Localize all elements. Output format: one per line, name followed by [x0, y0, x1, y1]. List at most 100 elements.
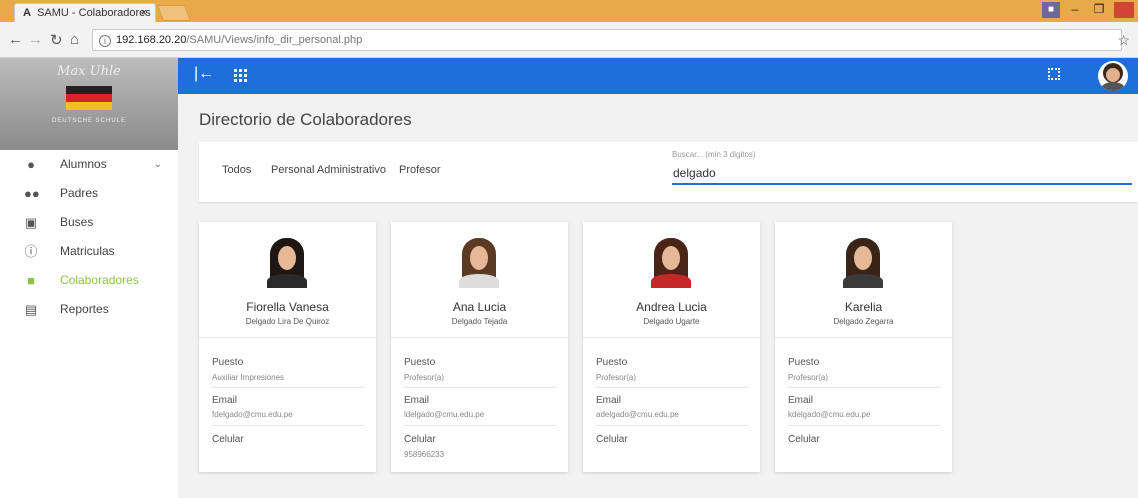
tab-profesor[interactable]: Profesor: [399, 164, 441, 176]
sidebar-item-colaboradores[interactable]: ■ Colaboradores: [0, 266, 178, 295]
puesto-label: Puesto: [404, 357, 436, 368]
clipboard-icon: ▤: [24, 302, 38, 317]
sidebar-item-reportes[interactable]: ▤ Reportes: [0, 295, 178, 324]
apps-grid-icon[interactable]: [234, 69, 247, 82]
collaborator-card: Fiorella Vanesa Delgado Lira De Quiroz P…: [199, 222, 376, 472]
sidebar-item-matriculas[interactable]: ⓘ Matriculas: [0, 237, 178, 266]
sidebar-item-label: Colaboradores: [60, 273, 139, 287]
site-favicon-icon: A: [23, 7, 31, 19]
sidebar-item-padres[interactable]: ●● Padres: [0, 179, 178, 208]
card-first-name: Karelia: [844, 300, 883, 314]
close-window-icon[interactable]: [1114, 2, 1134, 18]
person-icon: ●: [27, 157, 35, 172]
page-title: Directorio de Colaboradores: [199, 110, 412, 129]
search-box: Buscar... (min 3 digitos): [672, 150, 1132, 185]
sidebar-item-label: Reportes: [60, 302, 109, 316]
minimize-icon[interactable]: –: [1066, 2, 1084, 18]
logo-text: Max Uhle: [57, 64, 121, 79]
forward-arrow-icon[interactable]: →: [28, 31, 43, 48]
card-surnames: Delgado Ugarte: [643, 317, 700, 326]
sidebar-menu: ● Alumnos ⌄ ●● Padres ▣ Buses ⓘ Matricul…: [0, 150, 178, 324]
address-toolbar: ← → ↻ ⌂ i 192.168.20.20/SAMU/Views/info_d…: [0, 22, 1138, 58]
tab-personal-administrativo[interactable]: Personal Administrativo: [271, 164, 386, 176]
tab-close-icon[interactable]: ×: [141, 4, 147, 22]
restore-icon[interactable]: ❐: [1090, 2, 1108, 18]
browser-tab[interactable]: A SAMU - Colaboradores ×: [14, 3, 156, 22]
briefcase-icon: ■: [27, 273, 35, 288]
card-divider: [391, 337, 568, 338]
email-value[interactable]: kdelgado@cmu.edu.pe: [788, 410, 870, 419]
field-divider: [212, 387, 364, 388]
avatar: [456, 238, 502, 288]
card-surnames: Delgado Lira De Quiroz: [245, 317, 330, 326]
card-divider: [775, 337, 952, 338]
collaborator-card: Ana Lucia Delgado Tejada Puesto Profesor…: [391, 222, 568, 472]
puesto-value: Profesor(a): [596, 373, 637, 382]
site-info-icon[interactable]: i: [99, 35, 111, 47]
new-tab-button[interactable]: [157, 5, 191, 21]
bus-icon: ▣: [24, 215, 38, 230]
sidebar-item-alumnos[interactable]: ● Alumnos ⌄: [0, 150, 178, 179]
field-divider: [404, 425, 556, 426]
email-label: Email: [212, 395, 238, 406]
email-value[interactable]: fdelgado@cmu.edu.pe: [212, 410, 293, 419]
info-icon: ⓘ: [24, 244, 38, 259]
collaborator-card: Andrea Lucia Delgado Ugarte Puesto Profe…: [583, 222, 760, 472]
field-divider: [212, 425, 364, 426]
home-icon[interactable]: ⌂: [70, 31, 79, 48]
logo-subtitle: DEUTSCHE SCHULE: [51, 118, 126, 124]
collapse-sidebar-icon[interactable]: |←: [194, 65, 214, 83]
people-icon: ●●: [24, 186, 40, 201]
url-path: /SAMU/Views/info_dir_personal.php: [186, 34, 363, 46]
url-field[interactable]: i 192.168.20.20/SAMU/Views/info_dir_perso…: [92, 29, 1122, 51]
puesto-label: Puesto: [788, 357, 820, 368]
user-avatar[interactable]: [1098, 61, 1128, 91]
card-first-name: Andrea Lucia: [636, 300, 707, 314]
field-divider: [404, 387, 556, 388]
card-first-name: Ana Lucia: [452, 300, 507, 314]
school-logo: Max Uhle DEUTSCHE SCHULE: [0, 58, 178, 150]
bookmark-star-icon[interactable]: ☆: [1117, 32, 1130, 49]
email-label: Email: [788, 395, 814, 406]
email-value[interactable]: ldelgado@cmu.edu.pe: [404, 410, 484, 419]
field-divider: [788, 425, 940, 426]
field-divider: [596, 425, 748, 426]
url-host: 192.168.20.20: [116, 34, 187, 46]
window-controls: ■ – ❐: [1042, 2, 1134, 18]
celular-value: 958966233: [404, 450, 445, 459]
sidebar: Max Uhle DEUTSCHE SCHULE ● Alumnos ⌄ ●● …: [0, 58, 178, 498]
puesto-value: Profesor(a): [404, 373, 445, 382]
chevron-down-icon[interactable]: ⌄: [154, 150, 162, 179]
reload-icon[interactable]: ↻: [50, 31, 63, 49]
puesto-label: Puesto: [212, 357, 244, 368]
celular-label: Celular: [404, 434, 436, 445]
sidebar-item-label: Alumnos: [60, 157, 107, 171]
puesto-label: Puesto: [596, 357, 628, 368]
sidebar-item-label: Matriculas: [60, 244, 115, 258]
avatar: [264, 238, 310, 288]
back-arrow-icon[interactable]: ←: [8, 31, 23, 48]
avatar: [648, 238, 694, 288]
celular-label: Celular: [212, 434, 244, 445]
filter-bar: Todos Personal Administrativo Profesor B…: [199, 142, 1138, 202]
tab-title: SAMU - Colaboradores: [37, 7, 151, 19]
sidebar-item-buses[interactable]: ▣ Buses: [0, 208, 178, 237]
browser-tab-bar: A SAMU - Colaboradores × ■ – ❐: [0, 0, 1138, 22]
collaborator-card: Karelia Delgado Zegarra Puesto Profesor(…: [775, 222, 952, 472]
email-label: Email: [404, 395, 430, 406]
profile-icon[interactable]: ■: [1042, 2, 1060, 18]
fullscreen-icon[interactable]: [1048, 68, 1060, 80]
search-label: Buscar... (min 3 digitos): [672, 150, 756, 159]
tab-todos[interactable]: Todos: [222, 164, 251, 176]
field-divider: [788, 387, 940, 388]
search-input[interactable]: [672, 163, 1132, 185]
email-label: Email: [596, 395, 622, 406]
puesto-value: Auxiliar Impresiones: [212, 373, 285, 382]
card-divider: [583, 337, 760, 338]
celular-label: Celular: [596, 434, 628, 445]
card-first-name: Fiorella Vanesa: [246, 300, 329, 314]
sidebar-item-label: Buses: [60, 215, 94, 229]
email-value[interactable]: adelgado@cmu.edu.pe: [596, 410, 679, 419]
card-surnames: Delgado Tejada: [451, 317, 508, 326]
card-divider: [199, 337, 376, 338]
